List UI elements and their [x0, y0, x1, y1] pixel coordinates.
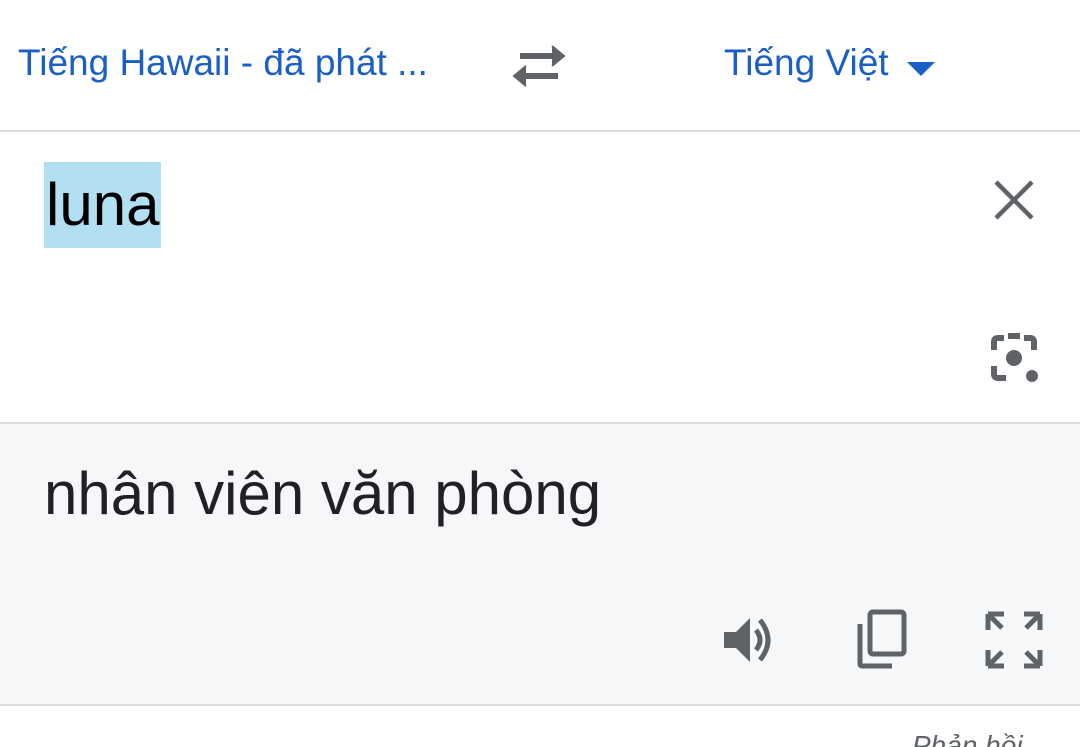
fullscreen-icon	[985, 611, 1043, 669]
swap-languages-button[interactable]	[506, 40, 572, 92]
source-text-input[interactable]: luna	[44, 162, 162, 248]
copy-translation-button[interactable]	[852, 608, 912, 670]
target-language-label: Tiếng Việt	[724, 42, 889, 83]
target-language-selector[interactable]: Tiếng Việt	[724, 42, 935, 90]
source-input-panel[interactable]: luna	[0, 132, 1080, 424]
feedback-link[interactable]: Phản hồi	[912, 730, 1023, 747]
camera-lens-button[interactable]	[984, 328, 1044, 388]
swap-arrows-icon	[512, 45, 566, 87]
fullscreen-button[interactable]	[984, 610, 1044, 670]
clear-input-button[interactable]	[990, 176, 1038, 224]
source-language-selector[interactable]: Tiếng Hawaii - đã phát ...	[18, 42, 428, 84]
camera-lens-icon	[991, 333, 1038, 382]
close-icon	[994, 180, 1034, 220]
translate-app: Tiếng Hawaii - đã phát ... Tiếng Việt lu…	[0, 0, 1080, 747]
listen-button[interactable]	[720, 610, 780, 670]
language-bar: Tiếng Hawaii - đã phát ... Tiếng Việt	[0, 0, 1080, 132]
speaker-icon	[724, 618, 771, 662]
translation-text: nhân viên văn phòng	[44, 460, 602, 527]
copy-icon	[857, 609, 907, 669]
caret-down-icon	[906, 62, 935, 76]
translation-output-panel: nhân viên văn phòng	[0, 424, 1080, 706]
